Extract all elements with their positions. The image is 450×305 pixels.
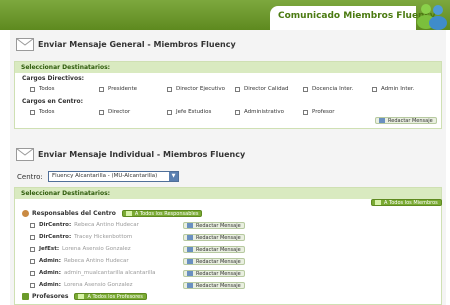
checkbox-administrativo[interactable]: Administrativo bbox=[235, 109, 284, 115]
checkbox-director-calidad[interactable]: Director Calidad bbox=[235, 86, 288, 92]
checkbox-box[interactable] bbox=[30, 258, 35, 264]
profesores-title: Profesores bbox=[32, 293, 69, 300]
centro-label: Centro: bbox=[17, 173, 43, 181]
compose-button[interactable]: Redactar Mensaje bbox=[183, 282, 245, 289]
group-icon bbox=[125, 211, 132, 216]
cargos-directivos-label: Cargos Directivos: bbox=[22, 75, 85, 82]
users-icon bbox=[417, 4, 447, 30]
responsables-title: Responsables del Centro bbox=[32, 210, 116, 217]
centro-select-value: Fluency Alcantarilla - (MU-Alcantarilla) bbox=[52, 173, 158, 179]
checkbox-directivos-todos[interactable]: Todos bbox=[30, 86, 55, 92]
checkbox-box[interactable] bbox=[303, 86, 308, 92]
group-icon bbox=[375, 200, 381, 205]
responsable-row: JefEst: Lorena Asensio Gonzalez bbox=[30, 246, 131, 252]
chevron-down-icon[interactable]: ▼ bbox=[169, 172, 178, 181]
compose-button[interactable]: Redactar Mensaje bbox=[183, 246, 245, 253]
compose-button[interactable]: Redactar Mensaje bbox=[183, 222, 245, 229]
checkbox-box[interactable] bbox=[167, 86, 172, 92]
compose-button[interactable]: Redactar Mensaje bbox=[183, 234, 245, 241]
compose-icon bbox=[187, 259, 193, 264]
responsable-row: Admin: Lorena Asensio Gonzalez bbox=[30, 282, 133, 288]
checkbox-box[interactable] bbox=[167, 109, 172, 115]
responsable-row: DirCentro: Tracey Hickenbottom bbox=[30, 234, 132, 240]
envelope-icon bbox=[16, 38, 34, 51]
checkbox-presidente[interactable]: Presidente bbox=[99, 86, 137, 92]
teacher-icon bbox=[22, 293, 29, 300]
group-icon bbox=[78, 294, 85, 299]
all-profesores-button[interactable]: A Todos los Profesores bbox=[74, 293, 147, 300]
general-compose-button[interactable]: Redactar Mensaje bbox=[375, 117, 437, 124]
compose-icon bbox=[187, 271, 193, 276]
checkbox-box[interactable] bbox=[30, 222, 35, 228]
checkbox-jefe-estudios[interactable]: Jefe Estudios bbox=[167, 109, 211, 115]
compose-icon bbox=[187, 235, 193, 240]
cargos-centro-label: Cargos en Centro: bbox=[22, 98, 84, 105]
compose-icon bbox=[379, 118, 385, 123]
compose-button[interactable]: Redactar Mensaje bbox=[183, 258, 245, 265]
checkbox-admin-inter[interactable]: Admin Inter. bbox=[372, 86, 414, 92]
checkbox-box[interactable] bbox=[235, 86, 240, 92]
checkbox-centro-todos[interactable]: Todos bbox=[30, 109, 55, 115]
general-section-heading: Enviar Mensaje General - Miembros Fluenc… bbox=[16, 38, 236, 51]
responsable-row: Admin: Rebeca Antino Hudecar bbox=[30, 258, 129, 264]
individual-section-title: Enviar Mensaje Individual - Miembros Flu… bbox=[38, 150, 246, 159]
page-title: Comunicado Miembros Fluency bbox=[278, 11, 436, 21]
checkbox-box[interactable] bbox=[372, 86, 377, 92]
manager-icon bbox=[22, 210, 29, 217]
responsable-row: Admin: admin_mualcantarilla alcantarilla bbox=[30, 270, 156, 276]
checkbox-box[interactable] bbox=[99, 109, 104, 115]
checkbox-director-ejecutivo[interactable]: Director Ejecutivo bbox=[167, 86, 225, 92]
checkbox-director[interactable]: Director bbox=[99, 109, 130, 115]
checkbox-profesor[interactable]: Profesor bbox=[303, 109, 335, 115]
checkbox-box[interactable] bbox=[30, 270, 35, 276]
checkbox-box[interactable] bbox=[30, 282, 35, 288]
checkbox-box[interactable] bbox=[30, 234, 35, 240]
checkbox-box[interactable] bbox=[30, 246, 35, 252]
profesores-heading: Profesores A Todos los Profesores bbox=[22, 293, 147, 300]
responsables-heading: Responsables del Centro A Todos los Resp… bbox=[22, 210, 203, 217]
compose-button[interactable]: Redactar Mensaje bbox=[183, 270, 245, 277]
general-recipients-bar: Seleccionar Destinatarios: bbox=[15, 62, 441, 73]
compose-icon bbox=[187, 283, 193, 288]
checkbox-box[interactable] bbox=[30, 109, 35, 115]
compose-icon bbox=[187, 247, 193, 252]
checkbox-box[interactable] bbox=[303, 109, 308, 115]
responsable-row: DirCentro: Rebeca Antino Hudecar bbox=[30, 222, 139, 228]
checkbox-box[interactable] bbox=[235, 109, 240, 115]
individual-recipients-bar: Seleccionar Destinatarios: bbox=[15, 188, 441, 199]
checkbox-box[interactable] bbox=[30, 86, 35, 92]
checkbox-box[interactable] bbox=[99, 86, 104, 92]
individual-section-heading: Enviar Mensaje Individual - Miembros Flu… bbox=[16, 148, 245, 161]
all-responsables-button[interactable]: A Todos los Responsables bbox=[121, 210, 203, 217]
checkbox-docencia-inter[interactable]: Docencia Inter. bbox=[303, 86, 353, 92]
centro-select[interactable]: Fluency Alcantarilla - (MU-Alcantarilla)… bbox=[48, 171, 179, 182]
compose-icon bbox=[187, 223, 193, 228]
envelope-icon bbox=[16, 148, 34, 161]
general-section-title: Enviar Mensaje General - Miembros Fluenc… bbox=[38, 40, 236, 49]
all-members-button[interactable]: A Todos los Miembros bbox=[371, 199, 442, 206]
